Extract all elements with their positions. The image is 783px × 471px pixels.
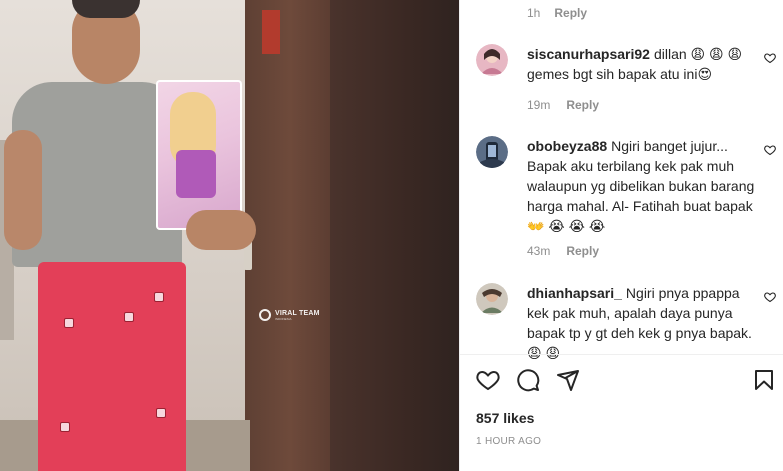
sarong-pattern xyxy=(154,292,164,302)
like-comment-icon[interactable] xyxy=(764,144,776,156)
sarong-pattern xyxy=(124,312,134,322)
likes-count[interactable]: 857 likes xyxy=(476,410,534,426)
comment-item: siscanurhapsari92 dillan 😩 😩 😩 gemes bgt … xyxy=(476,44,776,116)
comment-icon[interactable] xyxy=(516,368,540,392)
reply-button[interactable]: Reply xyxy=(566,244,599,258)
reply-button[interactable]: Reply xyxy=(566,98,599,112)
comment-body: obobeyza88 Ngiri banget jujur... Bapak ak… xyxy=(527,136,759,236)
comment-body: dhianhapsari_ Ngiri pnya ppappa kek pak m… xyxy=(527,283,759,363)
man-figure xyxy=(0,0,260,471)
red-sign xyxy=(262,10,280,54)
comment-username[interactable]: dhianhapsari_ xyxy=(527,285,622,301)
watermark-title: VIRAL TEAM xyxy=(275,309,320,317)
comment-meta: 43m Reply xyxy=(527,244,599,258)
comment-item: dhianhapsari_ Ngiri pnya ppappa kek pak m… xyxy=(476,283,776,361)
avatar[interactable] xyxy=(476,136,508,168)
watermark: VIRAL TEAM INDONESIA xyxy=(259,304,320,326)
reply-button[interactable]: Reply xyxy=(554,6,587,20)
right-arm xyxy=(186,210,256,250)
doll-dress xyxy=(176,150,216,198)
avatar[interactable] xyxy=(476,283,508,315)
sarong-pattern xyxy=(60,422,70,432)
comment-meta: 19m Reply xyxy=(527,98,599,112)
comment-username[interactable]: obobeyza88 xyxy=(527,138,607,154)
watermark-subtitle: INDONESIA xyxy=(275,316,292,321)
heart-icon[interactable] xyxy=(476,368,500,392)
divider xyxy=(460,354,783,355)
left-arm xyxy=(4,130,42,250)
red-sarong xyxy=(38,262,186,471)
action-bar xyxy=(476,368,776,394)
comment-time: 43m xyxy=(527,244,551,258)
comments-panel: 1h Reply siscanurhapsari92 dillan 😩 😩 😩 g… xyxy=(459,0,783,471)
comment-body: siscanurhapsari92 dillan 😩 😩 😩 gemes bgt … xyxy=(527,44,759,84)
avatar[interactable] xyxy=(476,44,508,76)
comment-time: 19m xyxy=(527,98,551,112)
like-comment-icon[interactable] xyxy=(764,52,776,64)
post-timestamp: 1 HOUR AGO xyxy=(476,436,542,447)
sarong-pattern xyxy=(64,318,74,328)
wardrobe xyxy=(330,0,459,471)
hair xyxy=(72,0,140,18)
comment-item: obobeyza88 Ngiri banget jujur... Bapak ak… xyxy=(476,136,776,262)
post-media[interactable]: VIRAL TEAM INDONESIA xyxy=(0,0,459,471)
watermark-logo-icon xyxy=(259,309,271,321)
bookmark-icon[interactable] xyxy=(752,368,776,392)
share-icon[interactable] xyxy=(556,368,580,392)
sarong-pattern xyxy=(156,408,166,418)
previous-comment-meta: 1h Reply xyxy=(527,6,587,20)
comment-time: 1h xyxy=(527,6,541,20)
like-comment-icon[interactable] xyxy=(764,291,776,303)
comment-username[interactable]: siscanurhapsari92 xyxy=(527,46,650,62)
